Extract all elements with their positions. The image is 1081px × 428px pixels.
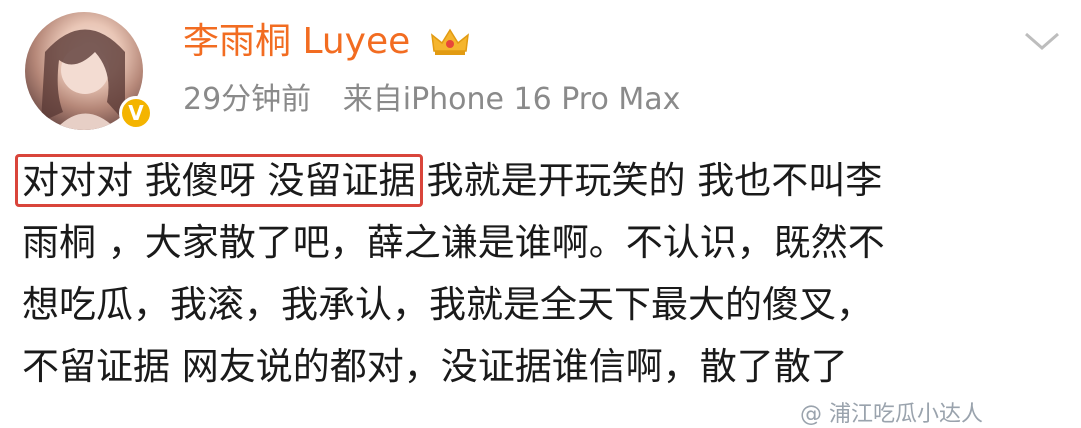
highlighted-text: 对对对 我傻呀 没留证据 xyxy=(15,154,423,207)
post-line-1: 对对对 我傻呀 没留证据 我就是开玩笑的 我也不叫李 xyxy=(15,150,1062,212)
crown-icon xyxy=(431,28,469,55)
post-line-2: 雨桐 ，大家散了吧，薛之谦是谁啊。不认识，既然不 xyxy=(22,221,885,264)
watermark: @ 浦江吃瓜小达人 xyxy=(800,402,983,427)
weibo-post: V 李雨桐 Luyee 29分钟前 来自iPhone 16 Pro Max 对对… xyxy=(0,0,1081,427)
username[interactable]: 李雨桐 Luyee xyxy=(183,18,410,66)
avatar-container[interactable]: V xyxy=(25,12,153,130)
post-content: 对对对 我傻呀 没留证据 我就是开玩笑的 我也不叫李 雨桐 ，大家散了吧，薛之谦是… xyxy=(15,150,1062,398)
post-line-3: 想吃瓜，我滚，我承认，我就是全天下最大的傻叉， xyxy=(22,283,873,326)
post-time: 29分钟前 xyxy=(183,82,312,117)
post-source: 来自iPhone 16 Pro Max xyxy=(342,82,681,117)
post-line-1-rest: 我就是开玩笑的 我也不叫李 xyxy=(426,159,883,202)
post-line-4: 不留证据 网友说的都对，没证据谁信啊，散了散了 xyxy=(22,345,848,388)
chevron-down-icon[interactable] xyxy=(1022,28,1062,54)
v-badge-icon: V xyxy=(119,96,153,130)
post-meta: 29分钟前 来自iPhone 16 Pro Max xyxy=(183,80,680,120)
